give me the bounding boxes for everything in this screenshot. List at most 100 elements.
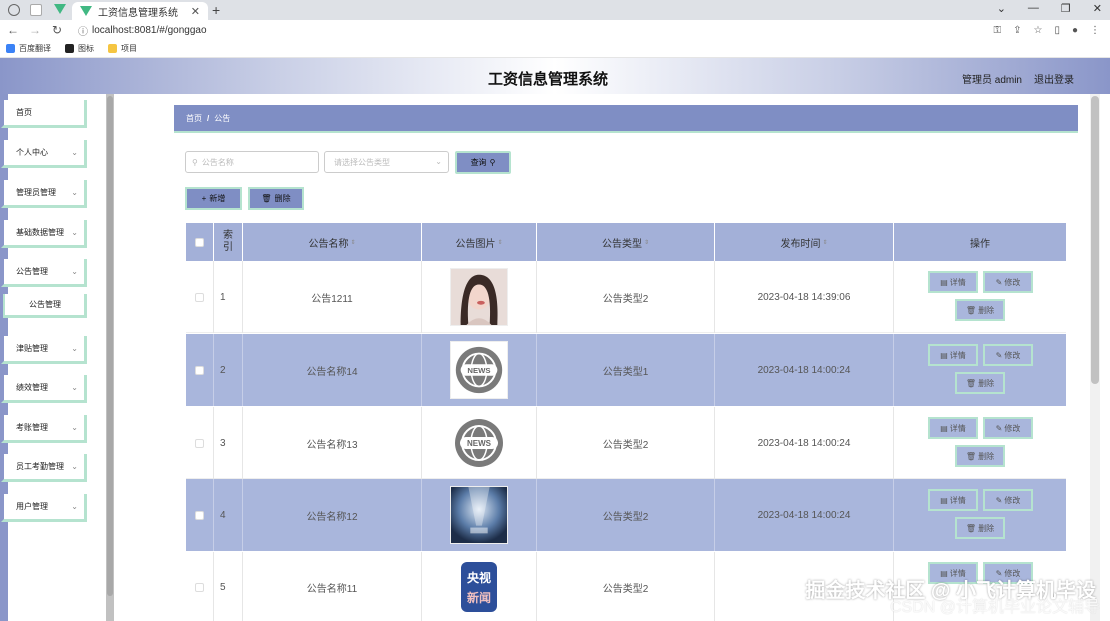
new-tab-button[interactable]: + [212,2,220,18]
detail-icon: ▤ [940,277,948,287]
detail-button[interactable]: ▤ 详情 [928,489,978,511]
col-time[interactable]: 发布时间 ⇕ [715,223,894,261]
row-delete-button[interactable]: 🗑 删除 [955,299,1005,321]
detail-button[interactable]: ▤ 详情 [928,271,978,293]
sort-icon[interactable]: ⇕ [350,239,355,246]
notice-image[interactable]: NEWS [450,341,508,399]
app-header: 工资信息管理系统 管理员 admin 退出登录 [0,58,1110,94]
edit-button[interactable]: ✎ 修改 [983,271,1033,293]
news-text: NEWS [467,366,490,375]
star-icon[interactable]: ☆ [1033,25,1042,36]
sidebar-item-profile[interactable]: 个人中心 ⌄ [1,140,87,168]
delete-button[interactable]: 🗑 删除 [248,187,304,210]
close-icon[interactable]: ✕ [1093,2,1102,15]
row-checkbox[interactable] [195,510,204,520]
key-icon[interactable]: ⚿ [993,25,1001,36]
tab-title: 工资信息管理系统 [98,7,178,19]
sidebar-item-notice[interactable]: 公告管理 ⌄ [1,259,87,287]
minimize-icon[interactable]: — [1028,2,1039,15]
row-checkbox[interactable] [195,438,204,448]
select-all-checkbox[interactable] [195,237,204,247]
edit-button[interactable]: ✎ 修改 [983,344,1033,366]
col-name[interactable]: 公告名称 ⇕ [243,223,422,261]
col-type[interactable]: 公告类型 ⇕ [537,223,715,261]
logout-link[interactable]: 退出登录 [1034,71,1074,86]
row-checkbox[interactable] [195,292,204,302]
info-icon[interactable]: ⓘ [78,23,88,38]
row-index: 3 [214,407,243,479]
row-name: 公告名称11 [243,552,422,621]
sidebar-item-admin[interactable]: 管理员管理 ⌄ [1,180,87,208]
browser-tab-active[interactable]: 工资信息管理系统 ✕ [72,2,208,20]
row-name: 公告名称12 [243,479,422,551]
row-delete-button[interactable]: 🗑 删除 [955,372,1005,394]
add-button[interactable]: + 新增 [185,187,242,210]
detail-button[interactable]: ▤ 详情 [928,344,978,366]
address-bar: ← → ↻ ⓘ localhost:8081/#/gonggao ⚿ ⇪ ☆ ▯… [0,20,1110,40]
sort-icon[interactable]: ⇕ [822,239,827,246]
breadcrumb-home[interactable]: 首页 [186,113,202,124]
forward-icon[interactable]: → [26,23,44,37]
profile-icon[interactable]: ● [1072,25,1078,36]
chevron-down-icon[interactable]: ⌄ [997,2,1006,15]
row-delete-button[interactable]: 🗑 删除 [955,445,1005,467]
row-delete-button[interactable]: 🗑 删除 [955,517,1005,539]
sidepanel-icon[interactable]: ▯ [1054,25,1060,36]
browser-tab-icon[interactable] [30,4,42,16]
translate-icon [6,44,15,53]
sidebar-item-basedata[interactable]: 基础数据管理 ⌄ [1,220,87,248]
menu-icon[interactable]: ⋮ [1090,25,1100,36]
notice-type-select[interactable]: 请选择公告类型 ⌄ [324,151,449,173]
sidebar-item-attendance[interactable]: 员工考勤管理 ⌄ [1,454,87,482]
table-header: 索引 公告名称 ⇕ 公告图片 ⇕ 公告类型 ⇕ 发布时间 ⇕ 操作 [186,223,1066,261]
notice-name-input[interactable]: ⚲ 公告名称 [185,151,319,173]
url-field[interactable]: ⓘ localhost:8081/#/gonggao [78,23,207,38]
table-row: 4 公告名称12 公告类型2 2023-04-18 14:00:24 ▤ 详情 … [186,479,1066,551]
row-actions [894,261,1066,333]
notice-image[interactable]: 央视 新闻 [450,558,508,616]
main-scrollbar-thumb[interactable] [1091,96,1099,384]
row-image-cell: NEWS [422,407,537,479]
col-index: 索引 [214,223,243,261]
row-time: 2023-04-18 14:00:24 [715,334,894,406]
browser-tab-icon[interactable] [8,4,20,16]
row-type: 公告类型2 [537,407,715,479]
app-title: 工资信息管理系统 [487,71,608,88]
notice-image[interactable] [450,268,508,326]
row-type: 公告类型1 [537,334,715,406]
query-button[interactable]: 查询 ⚲ [455,151,511,174]
col-image[interactable]: 公告图片 ⇕ [422,223,537,261]
bookmark-item[interactable]: 图标 [65,43,94,54]
news-text: NEWS [467,439,492,448]
chevron-down-icon: ⌄ [71,344,78,353]
bookmark-item[interactable]: 项目 [108,43,137,54]
row-checkbox[interactable] [195,582,204,592]
vue-tab-icon[interactable] [54,4,66,16]
back-icon[interactable]: ← [4,23,22,37]
reload-icon[interactable]: ↻ [48,23,66,37]
search-placeholder: 公告名称 [201,157,234,167]
sort-icon[interactable]: ⇕ [644,239,649,246]
sidebar-item-allowance[interactable]: 津贴管理 ⌄ [1,336,87,364]
sidebar-item-users[interactable]: 用户管理 ⌄ [1,494,87,522]
sidebar-item-accounts[interactable]: 考账管理 ⌄ [1,415,87,443]
row-type: 公告类型2 [537,261,715,333]
notice-image[interactable] [450,486,508,544]
sidebar-item-home[interactable]: 首页 [1,100,87,128]
sort-icon[interactable]: ⇕ [497,239,502,246]
close-icon[interactable]: ✕ [191,5,200,18]
row-time: 2023-04-18 14:39:06 [715,261,894,333]
restore-icon[interactable]: ❐ [1061,2,1071,15]
share-icon[interactable]: ⇪ [1013,25,1021,36]
edit-button[interactable]: ✎ 修改 [983,417,1033,439]
edit-button[interactable]: ✎ 修改 [983,489,1033,511]
bookmark-item[interactable]: 百度翻译 [6,43,51,54]
sidebar-subitem-notice[interactable]: 公告管理 [3,294,87,318]
trash-icon: 🗑 [261,194,272,203]
sidebar-item-performance[interactable]: 绩效管理 ⌄ [1,375,87,403]
row-checkbox[interactable] [195,365,204,375]
sidebar-scrollbar-thumb[interactable] [107,96,113,596]
notice-image[interactable]: NEWS [450,414,508,472]
chevron-down-icon: ⌄ [71,462,78,471]
detail-button[interactable]: ▤ 详情 [928,417,978,439]
